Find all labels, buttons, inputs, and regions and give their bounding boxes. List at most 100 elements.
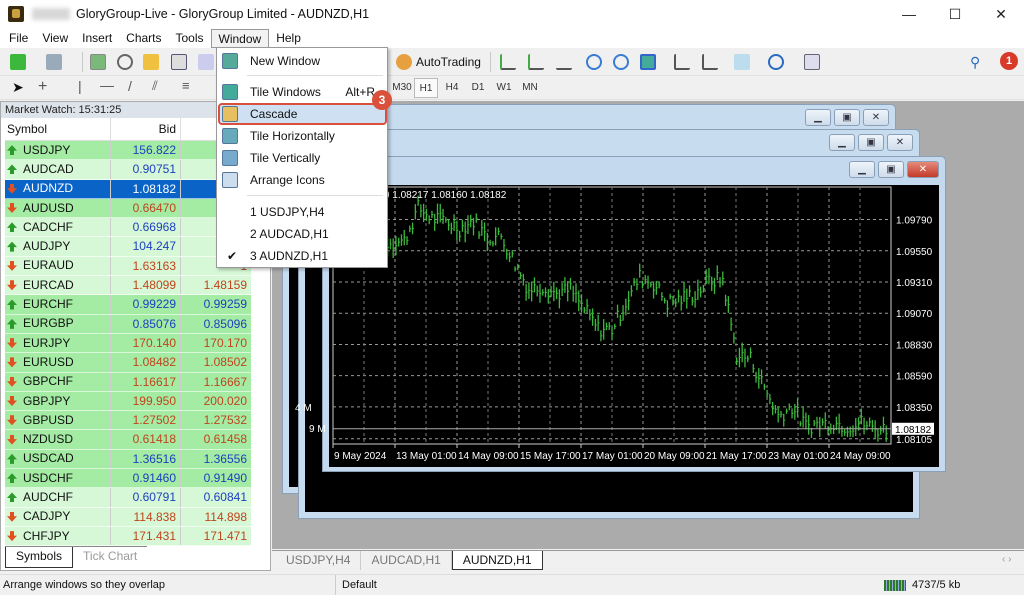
autotrading-button[interactable]: AutoTrading xyxy=(416,55,481,69)
tab-symbols[interactable]: Symbols xyxy=(5,547,74,568)
close-button[interactable]: ✕ xyxy=(863,109,889,126)
menu-item-window-3[interactable]: ✔ 3 AUDNZD,H1 xyxy=(217,245,387,267)
column-symbol[interactable]: Symbol xyxy=(5,118,111,140)
market-watch-icon[interactable] xyxy=(90,54,106,70)
auto-scroll-icon[interactable] xyxy=(674,54,690,70)
market-watch-row[interactable]: EURUSD 1.08482 1.08502 xyxy=(5,353,251,373)
trendline-icon[interactable]: / xyxy=(128,78,132,94)
templates-icon[interactable] xyxy=(804,54,820,70)
new-chart-icon[interactable] xyxy=(10,54,26,70)
market-watch-row[interactable]: AUDCAD0.907510 xyxy=(5,160,251,180)
terminal-icon[interactable] xyxy=(171,54,187,70)
line-chart-icon[interactable] xyxy=(556,54,572,70)
data-window-icon[interactable] xyxy=(117,54,133,70)
zoom-out-icon[interactable] xyxy=(613,54,629,70)
market-watch-row[interactable]: AUDUSD0.664700 xyxy=(5,198,251,219)
market-watch-row[interactable]: GBPUSD 1.27502 1.27532 xyxy=(5,411,251,431)
horizontal-line-icon[interactable]: — xyxy=(100,77,114,93)
menu-item-window-2[interactable]: 2 AUDCAD,H1 xyxy=(217,223,387,245)
chart-window-audnzd[interactable]: ZD,H1 ▁▣✕ 1.097901.095501.093101.090701.… xyxy=(322,156,946,472)
minimize-button[interactable]: — xyxy=(886,0,932,28)
market-watch-row[interactable]: EURJPY 170.140 170.170 xyxy=(5,333,251,354)
menu-view[interactable]: View xyxy=(35,29,75,48)
chart-canvas[interactable]: 1.09790 1.09550 1.09310 1.09070 1.08830 1.085… xyxy=(329,185,939,467)
menu-item-cascade[interactable]: Cascade xyxy=(217,103,387,125)
market-watch-row[interactable]: NZDUSD 0.61418 0.61458 xyxy=(5,430,251,450)
menu-item-tile-vertically[interactable]: Tile Vertically xyxy=(217,147,387,169)
menu-help[interactable]: Help xyxy=(269,29,308,48)
close-button[interactable]: ✕ xyxy=(887,134,913,151)
timeframe-h1[interactable]: H1 xyxy=(414,78,438,98)
navigator-icon[interactable] xyxy=(143,54,159,70)
tab-audcad-h1[interactable]: AUDCAD,H1 xyxy=(361,551,452,570)
menu-item-window-1[interactable]: 1 USDJPY,H4 xyxy=(217,201,387,223)
market-watch-row[interactable]: CHFJPY 171.431 171.471 xyxy=(5,526,251,547)
profiles-icon[interactable] xyxy=(46,54,62,70)
arrow-down-icon xyxy=(7,280,17,291)
periods-clock-icon[interactable] xyxy=(768,54,784,70)
market-watch-row[interactable]: EURGBP 0.85076 0.85096 xyxy=(5,314,251,334)
bid: 0.99229 xyxy=(111,295,181,314)
restore-button[interactable]: ▣ xyxy=(834,109,860,126)
minimize-button[interactable]: ▁ xyxy=(805,109,831,126)
menu-item-new-window[interactable]: New Window xyxy=(217,50,387,72)
menu-item-tile-windows[interactable]: Tile Windows Alt+R xyxy=(217,81,387,103)
strategy-tester-icon[interactable] xyxy=(198,54,214,70)
market-watch-row[interactable]: USDJPY156.8221 xyxy=(5,141,251,161)
menu-item-tile-horizontally[interactable]: Tile Horizontally xyxy=(217,125,387,147)
chart-shift-icon[interactable] xyxy=(702,54,718,70)
vertical-line-icon[interactable]: | xyxy=(78,78,82,94)
market-watch-row[interactable]: USDCAD 1.36516 1.36556 xyxy=(5,449,251,470)
market-watch-row[interactable]: EURCAD 1.48099 1.48159 xyxy=(5,276,251,296)
timeframe-h4[interactable]: H4 xyxy=(440,78,464,98)
tab-scroll-arrows[interactable]: ‹ › xyxy=(1002,554,1011,565)
restore-button[interactable]: ▣ xyxy=(878,161,904,178)
fibonacci-icon[interactable]: ≡ xyxy=(182,78,190,93)
column-bid[interactable]: Bid xyxy=(111,118,181,140)
timeframe-d1[interactable]: D1 xyxy=(466,78,490,98)
equidistant-channel-icon[interactable]: ⫽ xyxy=(152,78,158,94)
market-watch-row[interactable]: USDCHF 0.91460 0.91490 xyxy=(5,469,251,489)
indicators-icon[interactable] xyxy=(734,54,750,70)
menu-file[interactable]: File xyxy=(2,29,35,48)
menu-item-arrange-icons[interactable]: Arrange Icons xyxy=(217,169,387,191)
market-watch-row[interactable]: AUDNZD1.081821 xyxy=(5,179,251,199)
price-chart[interactable]: 1.09790 1.09550 1.09310 1.09070 1.08830 1.085… xyxy=(329,185,939,467)
menu-tools[interactable]: Tools xyxy=(169,29,211,48)
minimize-button[interactable]: ▁ xyxy=(829,134,855,151)
minimize-button[interactable]: ▁ xyxy=(849,161,875,178)
tab-audnzd-h1[interactable]: AUDNZD,H1 xyxy=(451,551,543,570)
arrow-down-icon xyxy=(7,260,17,271)
tab-tick-chart[interactable]: Tick Chart xyxy=(73,547,147,568)
timeframe-mn[interactable]: MN xyxy=(518,78,542,98)
bid: 199.950 xyxy=(111,391,181,411)
market-watch-row[interactable]: AUDJPY104.2471 xyxy=(5,237,251,257)
maximize-button[interactable]: ☐ xyxy=(932,0,978,28)
cursor-icon[interactable]: ➤ xyxy=(12,79,24,96)
timeframe-m30[interactable]: M30 xyxy=(390,78,414,98)
close-button[interactable]: ✕ xyxy=(978,0,1024,28)
market-watch-row[interactable]: EURCHF 0.99229 0.99259 xyxy=(5,295,251,315)
timeframe-w1[interactable]: W1 xyxy=(492,78,516,98)
market-watch-row[interactable]: CADJPY 114.838 114.898 xyxy=(5,507,251,527)
tab-usdjpy-h4[interactable]: USDJPY,H4 xyxy=(276,551,362,570)
market-watch-row[interactable]: GBPJPY 199.950 200.020 xyxy=(5,391,251,412)
candlestick-icon[interactable] xyxy=(528,54,544,70)
bar-chart-icon[interactable] xyxy=(500,54,516,70)
menu-insert[interactable]: Insert xyxy=(75,29,119,48)
tile-windows-icon[interactable] xyxy=(640,54,656,70)
search-icon[interactable]: ⚲ xyxy=(970,54,980,71)
crosshair-icon[interactable]: + xyxy=(38,78,47,96)
menu-window[interactable]: Window xyxy=(210,28,270,48)
autotrading-icon[interactable] xyxy=(396,54,412,70)
market-watch-row[interactable]: AUDCHF 0.60791 0.60841 xyxy=(5,488,251,508)
close-button[interactable]: ✕ xyxy=(907,161,939,178)
market-watch-row[interactable]: EURAUD1.631631 xyxy=(5,256,251,277)
menu-charts[interactable]: Charts xyxy=(119,29,168,48)
market-watch-row[interactable]: GBPCHF 1.16617 1.16667 xyxy=(5,372,251,392)
market-watch-row[interactable]: CADCHF0.669680 xyxy=(5,218,251,238)
zoom-in-icon[interactable] xyxy=(586,54,602,70)
restore-button[interactable]: ▣ xyxy=(858,134,884,151)
notification-badge[interactable]: 1 xyxy=(1000,52,1018,70)
tile-windows-icon xyxy=(222,84,238,100)
